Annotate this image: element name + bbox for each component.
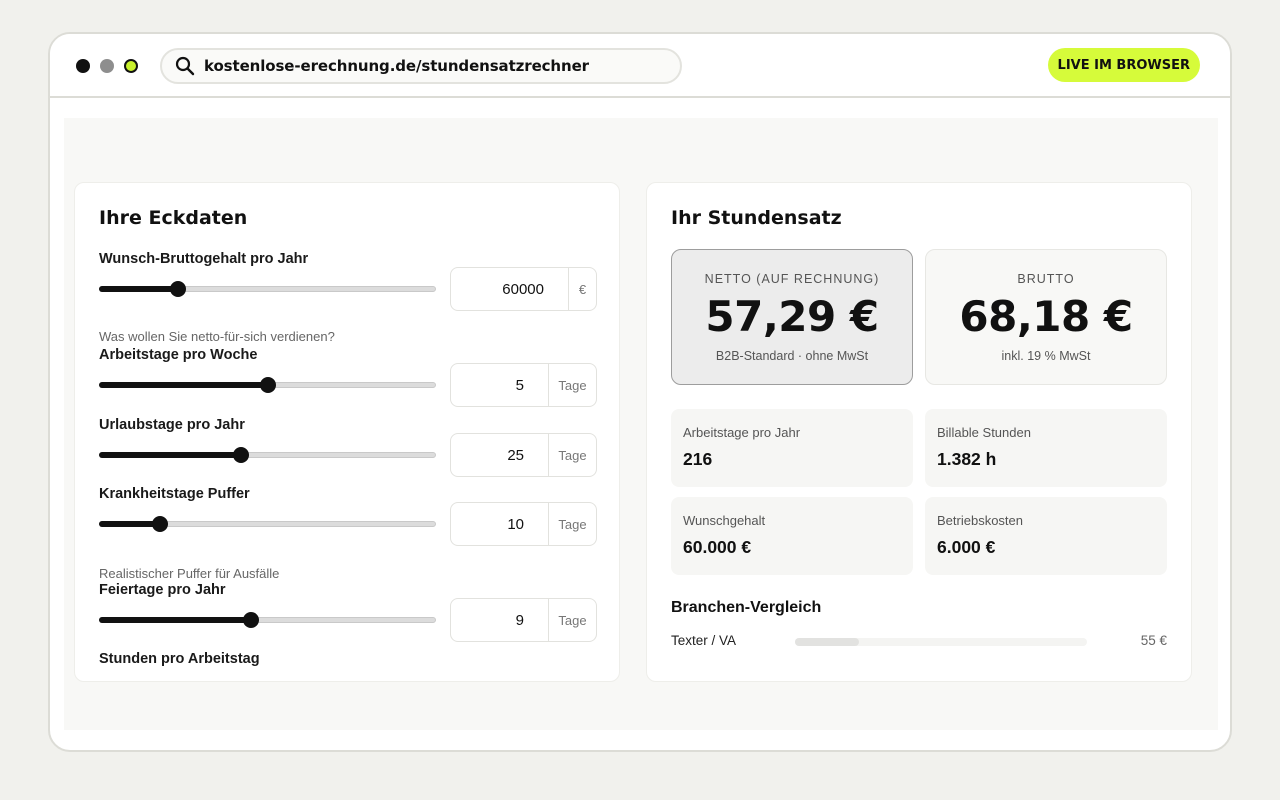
holidays-label: Feiertage pro Jahr [99,582,226,598]
vacation-label: Urlaubstage pro Jahr [99,417,245,433]
stat-label: Billable Stunden [937,425,1031,440]
netto-sub: B2B-Standard · ohne MwSt [715,349,869,363]
salary-hint: Was wollen Sie netto-für-sich verdienen? [99,329,335,344]
hours-label: Stunden pro Arbeitstag [99,651,260,667]
vacation-field: Urlaubstage pro Jahr 25 Tage [99,417,597,477]
workdays-value[interactable]: 5 [451,364,548,406]
sick-hint: Realistischer Puffer für Ausfälle [99,566,280,581]
salary-value[interactable]: 60000 [451,268,568,310]
holidays-unit: Tage [548,599,596,641]
branch-value: 55 € [1140,633,1167,648]
salary-unit: € [568,268,596,310]
results-card: Ihr Stundensatz NETTO (AUF RECHNUNG) 57,… [646,182,1192,682]
netto-rate-card[interactable]: NETTO (AUF RECHNUNG) 57,29 € B2B-Standar… [671,249,913,385]
search-icon [174,55,196,77]
sick-unit: Tage [548,503,596,545]
sick-field: Krankheitstage Puffer 10 Tage Realistisc… [99,486,597,586]
vacation-slider-thumb[interactable] [232,447,249,463]
holidays-field: Feiertage pro Jahr 9 Tage [99,582,597,642]
workdays-slider-thumb[interactable] [259,377,276,393]
holidays-slider-thumb[interactable] [242,612,259,628]
sick-label: Krankheitstage Puffer [99,486,250,502]
inputs-card: Ihre Eckdaten Wunsch-Bruttogehalt pro Ja… [74,182,620,682]
stat-salary: Wunschgehalt 60.000 € [671,497,913,575]
workdays-unit: Tage [548,364,596,406]
salary-slider-thumb[interactable] [170,281,187,297]
sick-slider[interactable] [99,516,436,532]
branch-row: Texter / VA 55 € [671,633,1167,653]
stat-value: 216 [683,449,713,469]
salary-field: Wunsch-Bruttogehalt pro Jahr 60000 € Was… [99,251,597,361]
address-url: kostenlose-erechnung.de/stundensatzrechn… [204,57,589,75]
stat-value: 60.000 € [683,537,752,557]
vacation-slider[interactable] [99,447,436,463]
sick-value[interactable]: 10 [451,503,548,545]
vacation-unit: Tage [548,434,596,476]
salary-label: Wunsch-Bruttogehalt pro Jahr [99,251,309,267]
address-bar[interactable]: kostenlose-erechnung.de/stundensatzrechn… [160,48,682,84]
holidays-input[interactable]: 9 Tage [450,598,597,642]
browser-toolbar: kostenlose-erechnung.de/stundensatzrechn… [50,34,1230,98]
window-maximize-dot[interactable] [124,59,138,73]
stat-label: Betriebskosten [937,513,1023,528]
sick-input[interactable]: 10 Tage [450,502,597,546]
stat-value: 1.382 h [937,449,997,469]
sick-slider-thumb[interactable] [151,516,168,532]
branch-comparison-title: Branchen-Vergleich [671,599,822,616]
salary-input[interactable]: 60000 € [450,267,597,311]
browser-window: kostenlose-erechnung.de/stundensatzrechn… [48,32,1232,752]
page-viewport: Ihre Eckdaten Wunsch-Bruttogehalt pro Ja… [64,118,1218,730]
stat-value: 6.000 € [937,537,996,557]
window-close-dot[interactable] [76,59,90,73]
brutto-value: 68,18 € [959,292,1133,341]
holidays-slider[interactable] [99,612,436,628]
stat-label: Wunschgehalt [683,513,766,528]
brutto-sub: inkl. 19 % MwSt [1001,349,1091,363]
stat-billable-hours: Billable Stunden 1.382 h [925,409,1167,487]
branch-bar-fill [795,638,860,646]
branch-bar [795,638,1087,646]
netto-label: NETTO (AUF RECHNUNG) [704,272,880,286]
live-badge: LIVE IM BROWSER [1047,48,1200,82]
workdays-field: Arbeitstage pro Woche 5 Tage [99,347,597,407]
branch-name: Texter / VA [671,633,737,648]
brutto-label: BRUTTO [1017,272,1075,286]
results-title: Ihr Stundensatz [671,207,842,229]
vacation-value[interactable]: 25 [451,434,548,476]
salary-slider[interactable] [99,281,436,297]
brutto-rate-card[interactable]: BRUTTO 68,18 € inkl. 19 % MwSt [925,249,1167,385]
stat-workdays: Arbeitstage pro Jahr 216 [671,409,913,487]
holidays-value[interactable]: 9 [451,599,548,641]
workdays-label: Arbeitstage pro Woche [99,347,258,363]
stat-operating-costs: Betriebskosten 6.000 € [925,497,1167,575]
inputs-title: Ihre Eckdaten [99,207,248,229]
workdays-input[interactable]: 5 Tage [450,363,597,407]
workdays-slider[interactable] [99,377,436,393]
hours-field: Stunden pro Arbeitstag [99,651,597,681]
window-minimize-dot[interactable] [100,59,114,73]
netto-value: 57,29 € [705,292,879,341]
vacation-input[interactable]: 25 Tage [450,433,597,477]
stat-label: Arbeitstage pro Jahr [683,425,801,440]
